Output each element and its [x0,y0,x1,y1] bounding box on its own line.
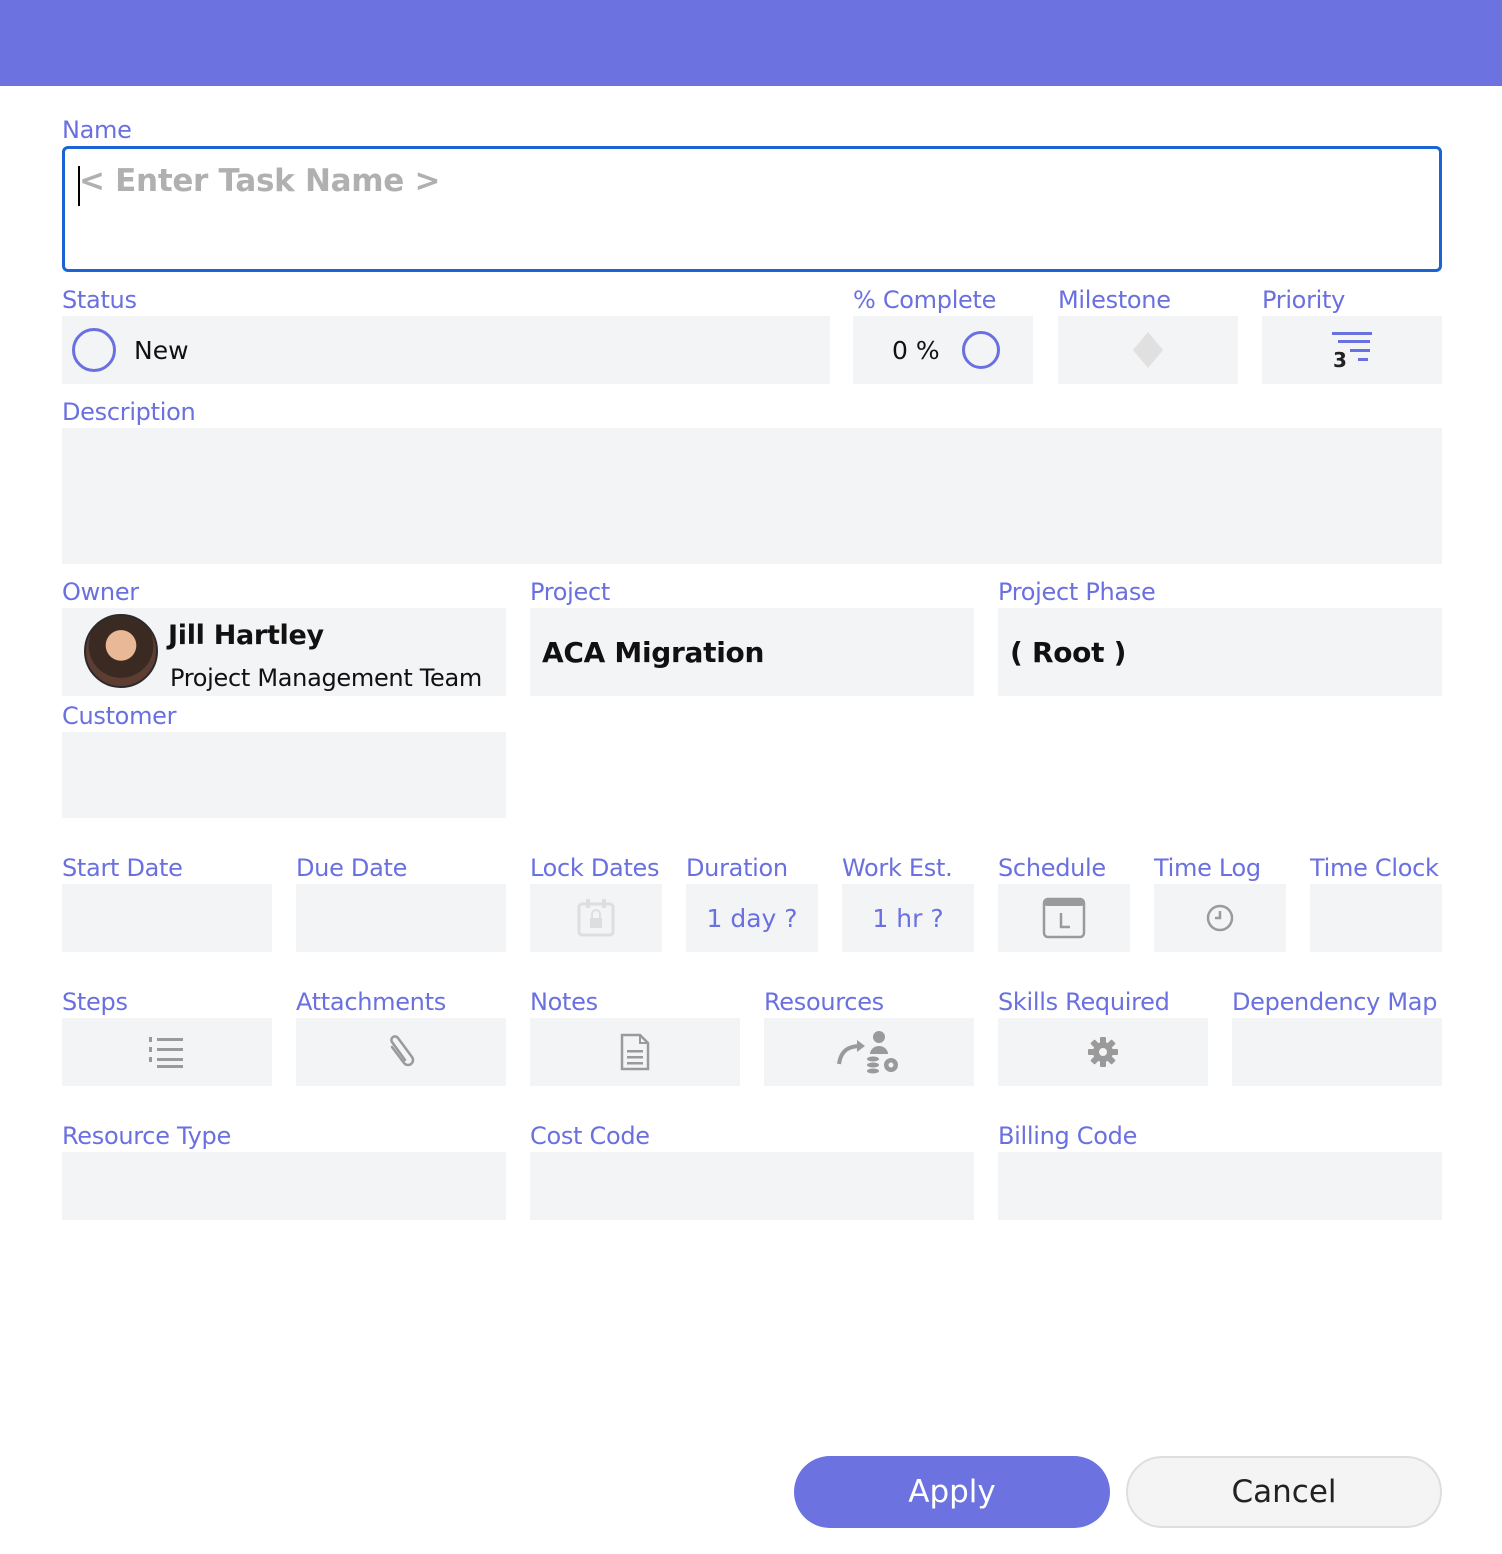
resources-icon [835,1028,903,1076]
resources-button[interactable] [764,1018,974,1086]
resources-label: Resources [764,988,884,1016]
resource-type-field[interactable] [62,1152,506,1220]
clock-icon [1205,903,1235,933]
duration-value: 1 day ? [706,903,798,933]
cancel-button[interactable]: Cancel [1126,1456,1442,1528]
dependency-map-button[interactable] [1232,1018,1442,1086]
avatar [84,614,158,688]
milestone-label: Milestone [1058,286,1171,314]
status-ring-icon [72,328,116,372]
schedule-calendar-icon [1042,896,1086,940]
steps-list-icon [149,1034,185,1070]
skills-required-button[interactable] [998,1018,1208,1086]
progress-ring-icon [961,331,1000,369]
billing-code-field[interactable] [998,1152,1442,1220]
percent-complete-value: 0 % [892,335,940,365]
owner-name: Jill Hartley [168,620,324,651]
due-date-label: Due Date [296,854,408,882]
duration-field[interactable]: 1 day ? [686,884,818,952]
resource-type-label: Resource Type [62,1122,231,1150]
milestone-toggle[interactable] [1058,316,1238,384]
steps-label: Steps [62,988,128,1016]
task-name-input[interactable]: < Enter Task Name > [62,146,1442,272]
project-value: ACA Migration [542,635,765,669]
percent-complete-field[interactable]: 0 % [853,316,1033,384]
start-date-field[interactable] [62,884,272,952]
cost-code-label: Cost Code [530,1122,650,1150]
billing-code-label: Billing Code [998,1122,1138,1150]
schedule-label: Schedule [998,854,1106,882]
dialog-header-bar [0,0,1502,86]
cost-code-field[interactable] [530,1152,974,1220]
time-clock-label: Time Clock [1310,854,1439,882]
apply-button[interactable]: Apply [794,1456,1110,1528]
task-name-placeholder: < Enter Task Name > [79,163,441,199]
schedule-button[interactable] [998,884,1130,952]
status-value: New [134,335,189,365]
skills-required-label: Skills Required [998,988,1170,1016]
priority-field[interactable]: 3 [1262,316,1442,384]
attachments-button[interactable] [296,1018,506,1086]
work-est-value: 1 hr ? [872,903,944,933]
duration-label: Duration [686,854,788,882]
lock-dates-toggle[interactable] [530,884,662,952]
project-field[interactable]: ACA Migration [530,608,974,696]
priority-value: 3 [1333,348,1347,372]
name-label: Name [62,116,132,144]
description-field[interactable] [62,428,1442,564]
notes-label: Notes [530,988,598,1016]
time-clock-button[interactable] [1310,884,1442,952]
notes-document-icon [618,1033,652,1071]
time-log-button[interactable] [1154,884,1286,952]
project-phase-value: ( Root ) [1010,635,1127,669]
owner-team: Project Management Team [170,664,483,692]
customer-field[interactable] [62,732,506,818]
lock-calendar-icon [576,898,616,938]
project-phase-field[interactable]: ( Root ) [998,608,1442,696]
dependency-map-label: Dependency Map [1232,988,1438,1016]
owner-label: Owner [62,578,139,606]
notes-button[interactable] [530,1018,740,1086]
status-field[interactable]: New [62,316,830,384]
project-label: Project [530,578,611,606]
time-log-label: Time Log [1154,854,1261,882]
project-phase-label: Project Phase [998,578,1156,606]
gear-icon [1087,1036,1119,1068]
lock-dates-label: Lock Dates [530,854,660,882]
priority-label: Priority [1262,286,1346,314]
steps-button[interactable] [62,1018,272,1086]
description-label: Description [62,398,196,426]
due-date-field[interactable] [296,884,506,952]
milestone-diamond-icon [1131,330,1165,370]
customer-label: Customer [62,702,177,730]
work-est-label: Work Est. [842,854,953,882]
work-est-field[interactable]: 1 hr ? [842,884,974,952]
percent-complete-label: % Complete [853,286,997,314]
paperclip-icon [384,1033,418,1071]
start-date-label: Start Date [62,854,183,882]
status-label: Status [62,286,137,314]
attachments-label: Attachments [296,988,446,1016]
